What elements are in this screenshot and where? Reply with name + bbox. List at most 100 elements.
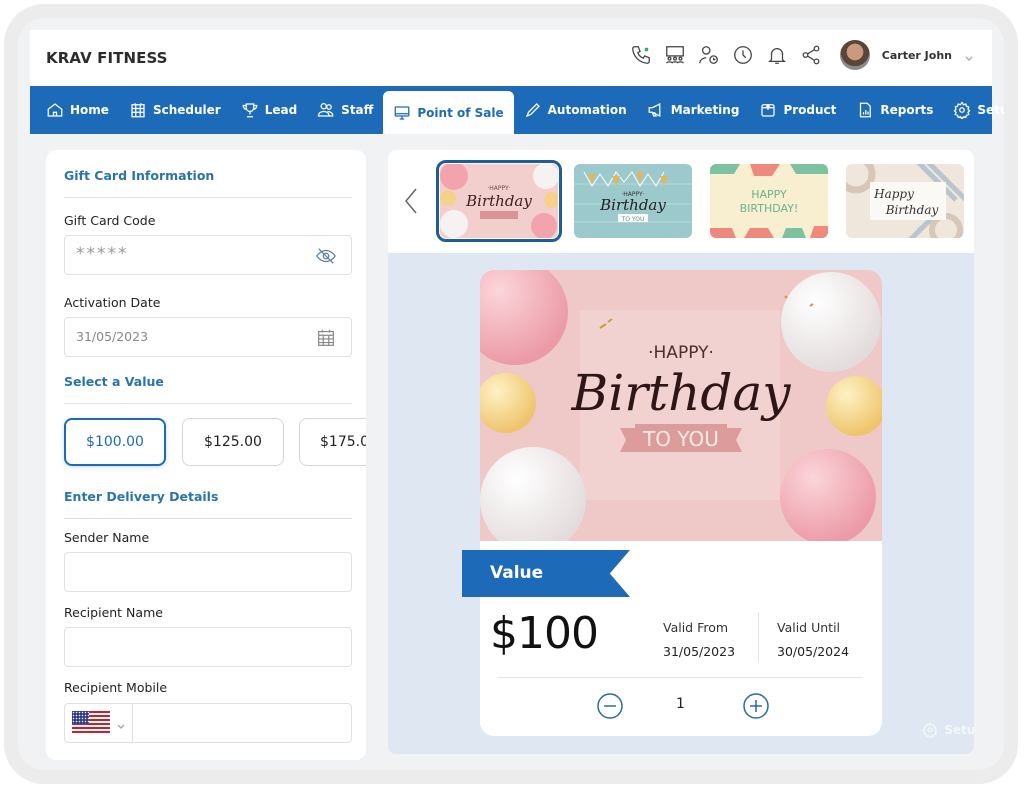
nav-label: Automation: [547, 103, 627, 117]
svg-text:Birthday: Birthday: [465, 192, 532, 210]
avatar[interactable]: [839, 40, 870, 70]
value-ribbon: Value: [462, 550, 630, 597]
nav-item-lead[interactable]: Lead: [231, 86, 307, 134]
report-icon: [860, 102, 872, 118]
recipient-name-label: Recipient Name: [64, 605, 163, 620]
nav-label: Staff: [341, 103, 374, 117]
valid-until-date: 30/05/2024: [777, 644, 850, 659]
nav-label: Setup: [977, 103, 1018, 117]
floating-setup-button[interactable]: Setup: [922, 722, 974, 738]
floating-setup-label: Setup: [944, 723, 974, 737]
nav-label: Marketing: [670, 103, 740, 117]
nav-item-setup[interactable]: Setup: [943, 86, 1018, 134]
gift-card-code-label: Gift Card Code: [64, 213, 156, 228]
gift-card-form: Gift Card Information Gift Card Code ***…: [46, 150, 366, 760]
recipient-mobile-field: [64, 703, 352, 743]
user-clock-icon[interactable]: [698, 44, 720, 66]
classroom-icon[interactable]: [664, 44, 686, 66]
top-header: KRAV FITNESS Carter John: [30, 30, 992, 86]
user-name[interactable]: Carter John: [882, 49, 952, 62]
valid-from-block: Valid From 31/05/2023: [663, 620, 735, 659]
template-thumb-pink-balloons[interactable]: ·HAPPY· Birthday: [436, 160, 562, 242]
pencil-icon: [525, 103, 540, 118]
gift-card-preview: ·HAPPY· Birthday ·HAPPY· Birthday TO YOU: [388, 150, 974, 754]
nav-label: Scheduler: [152, 103, 221, 117]
divider: [498, 677, 862, 678]
gift-card: ·HAPPY· Birthday TO YOU Value $100 Valid…: [462, 270, 882, 736]
divider: [64, 518, 352, 519]
svg-text:HAPPY: HAPPY: [751, 188, 787, 201]
eye-off-icon[interactable]: [315, 245, 337, 267]
valid-until-label: Valid Until: [777, 620, 841, 635]
svg-text:Birthday: Birthday: [599, 196, 666, 214]
device-frame: KRAV FITNESS Carter John Home Scheduler …: [4, 4, 1018, 784]
main-nav: Home Scheduler Lead Staff Point of Sale …: [30, 86, 1004, 134]
svg-text:Happy: Happy: [873, 187, 914, 201]
recipient-name-input[interactable]: [64, 627, 352, 667]
nav-item-marketing[interactable]: Marketing: [637, 86, 750, 134]
card-image-to-you: TO YOU: [642, 427, 719, 451]
minus-circle-icon: [597, 693, 623, 719]
sender-name-input[interactable]: [64, 552, 352, 592]
template-thumb-happy-birthday[interactable]: HAPPY BIRTHDAY!: [710, 164, 828, 238]
valid-from-label: Valid From: [663, 620, 729, 635]
svg-text:·HAPPY·: ·HAPPY·: [487, 185, 510, 192]
divider: [64, 197, 352, 198]
recipient-mobile-label: Recipient Mobile: [64, 680, 168, 695]
decrement-quantity-button[interactable]: [596, 692, 624, 720]
nav-item-reports[interactable]: Reports: [846, 86, 943, 134]
nav-label: Reports: [880, 103, 934, 117]
template-thumb-script[interactable]: Happy Birthday: [846, 164, 964, 238]
share-icon[interactable]: [800, 44, 822, 66]
app-screen: KRAV FITNESS Carter John Home Scheduler …: [30, 30, 1004, 760]
divider: [64, 403, 352, 404]
card-image-birthday: Birthday: [571, 364, 792, 422]
chevron-left-icon[interactable]: [402, 186, 422, 216]
nav-label: Home: [70, 103, 109, 117]
svg-text:Birthday: Birthday: [885, 203, 939, 217]
chevron-down-icon[interactable]: [964, 50, 974, 61]
nav-label: Point of Sale: [417, 105, 504, 120]
nav-item-product[interactable]: Product: [749, 86, 846, 134]
divider: [758, 612, 759, 662]
value-option-175[interactable]: $175.00: [299, 418, 366, 466]
nav-label: Product: [783, 103, 837, 117]
phone-call-icon[interactable]: [630, 44, 652, 66]
home-icon: [47, 103, 63, 117]
us-flag-icon: [72, 711, 110, 735]
gift-card-amount: $100: [490, 608, 599, 659]
section-title-gift-card: Gift Card Information: [64, 168, 215, 183]
value-option-100[interactable]: $100.00: [64, 418, 166, 466]
calendar-icon[interactable]: [315, 327, 337, 349]
sender-name-label: Sender Name: [64, 530, 150, 545]
mobile-number-input[interactable]: [133, 704, 351, 742]
increment-quantity-button[interactable]: [742, 692, 770, 720]
svg-text:BIRTHDAY!: BIRTHDAY!: [740, 202, 799, 215]
card-image-happy: ·HAPPY·: [648, 343, 714, 363]
clock-icon[interactable]: [732, 44, 754, 66]
gift-card-image: ·HAPPY· Birthday TO YOU: [480, 270, 882, 541]
chevron-down-icon: [116, 718, 126, 729]
gift-card-code-field[interactable]: *****: [64, 235, 352, 275]
nav-item-point-of-sale[interactable]: Point of Sale: [383, 91, 514, 134]
nav-item-automation[interactable]: Automation: [514, 86, 637, 134]
gift-card-code-value: *****: [76, 244, 129, 264]
nav-item-scheduler[interactable]: Scheduler: [119, 86, 231, 134]
value-option-125[interactable]: $125.00: [182, 418, 284, 466]
nav-item-home[interactable]: Home: [36, 86, 119, 134]
staff-icon: [318, 102, 334, 117]
calendar-icon: [131, 103, 145, 118]
bell-icon[interactable]: [766, 44, 788, 66]
section-title-select-value: Select a Value: [64, 374, 164, 389]
gear-icon: [954, 101, 971, 119]
header-actions: Carter John: [630, 40, 974, 70]
activation-date-field[interactable]: 31/05/2023: [64, 317, 352, 357]
svg-text:TO YOU: TO YOU: [621, 216, 645, 223]
country-code-select[interactable]: [65, 704, 133, 742]
nav-item-staff[interactable]: Staff: [307, 86, 383, 134]
monitor-icon: [394, 105, 410, 120]
template-thumb-blue-bunting[interactable]: ·HAPPY· Birthday TO YOU: [574, 164, 692, 238]
brand-title: KRAV FITNESS: [46, 49, 168, 67]
box-icon: [761, 103, 776, 117]
gear-icon: [922, 722, 938, 738]
